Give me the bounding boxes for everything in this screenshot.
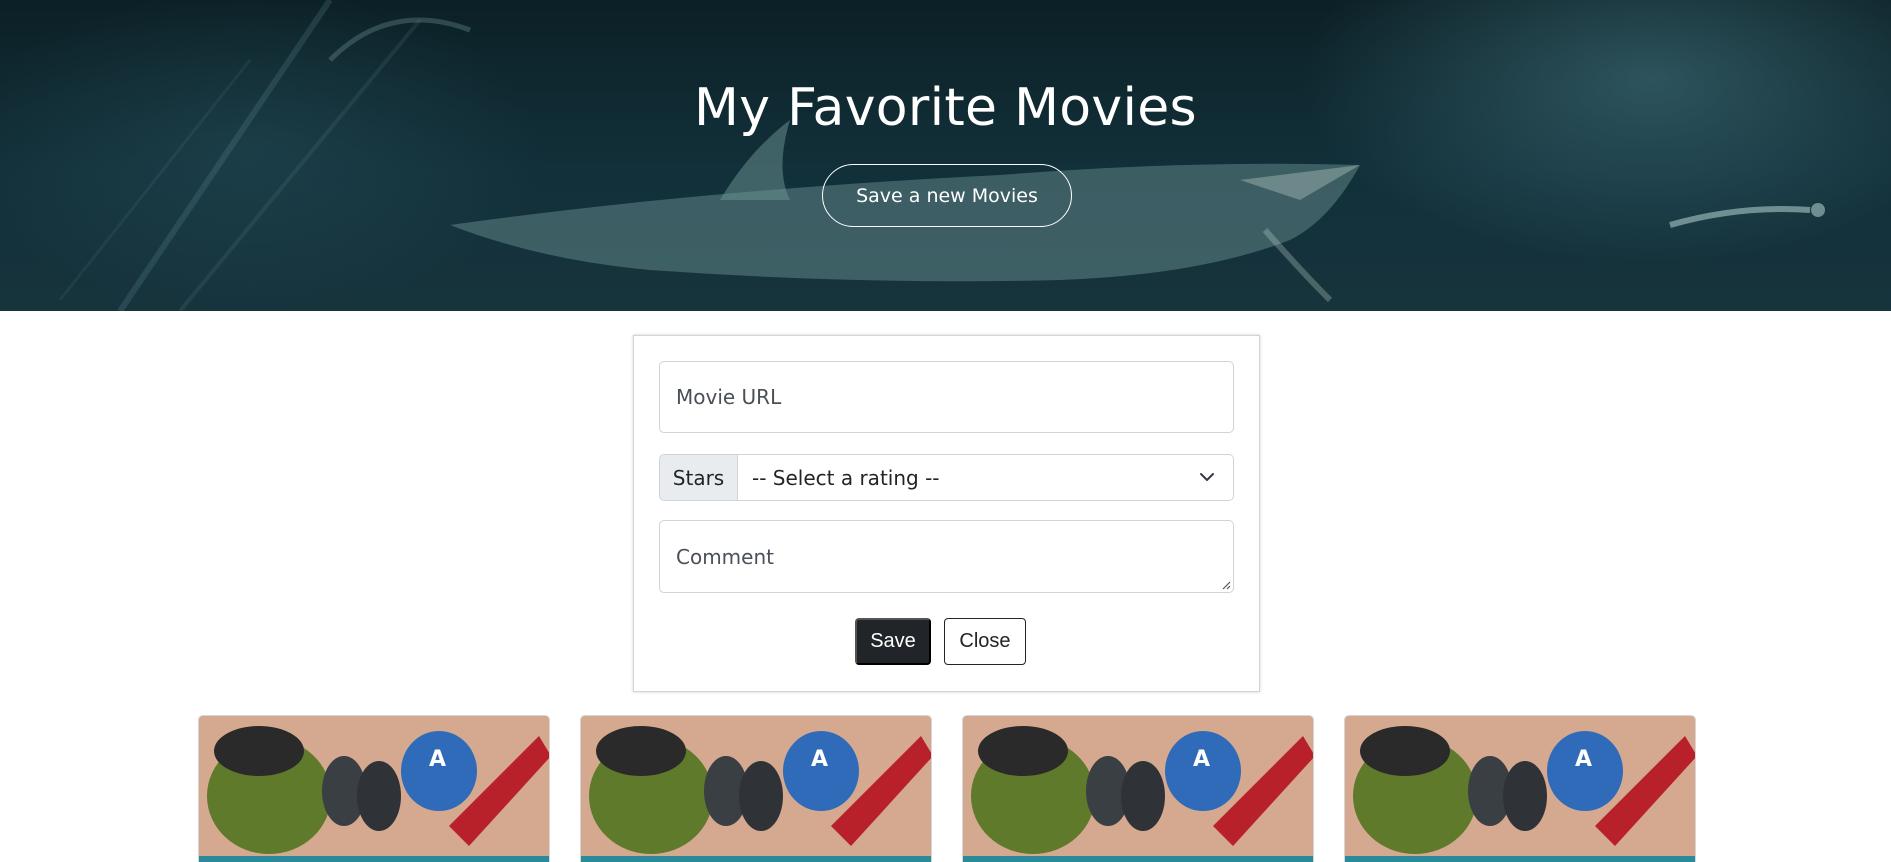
movie-card[interactable]: A <box>580 715 932 862</box>
movie-card-grid: A A A A <box>0 715 1891 862</box>
svg-text:A: A <box>811 747 828 772</box>
movie-poster-image: A <box>963 716 1313 862</box>
comment-placeholder: Comment <box>676 544 774 569</box>
rating-select[interactable]: -- Select a rating -- <box>738 454 1234 501</box>
rating-selected-value: -- Select a rating -- <box>752 465 940 490</box>
movie-url-input[interactable]: Movie URL <box>659 361 1234 433</box>
movie-url-placeholder: Movie URL <box>676 385 782 409</box>
shark-background-image <box>58 0 1825 311</box>
movie-card[interactable]: A <box>198 715 550 862</box>
movie-poster-image: A <box>199 716 549 862</box>
close-button[interactable]: Close <box>944 618 1026 665</box>
movie-poster-image: A <box>581 716 931 862</box>
hero-banner: My Favorite Movies Save a new Movies <box>0 0 1891 311</box>
movie-card[interactable]: A <box>962 715 1314 862</box>
stars-select-group: Stars -- Select a rating -- <box>659 454 1234 501</box>
save-button[interactable]: Save <box>855 618 931 665</box>
svg-text:A: A <box>429 747 446 772</box>
stars-label: Stars <box>659 454 738 501</box>
movie-form-card: Movie URL Stars -- Select a rating -- Co… <box>633 335 1260 692</box>
chevron-down-icon <box>1200 473 1214 481</box>
svg-text:A: A <box>1575 747 1592 772</box>
resize-handle-icon[interactable] <box>1221 580 1231 590</box>
svg-text:A: A <box>1193 747 1210 772</box>
save-new-movie-button[interactable]: Save a new Movies <box>822 164 1072 227</box>
page-title: My Favorite Movies <box>694 78 1197 138</box>
movie-card[interactable]: A <box>1344 715 1696 862</box>
comment-textarea[interactable]: Comment <box>659 520 1234 593</box>
movie-poster-image: A <box>1345 716 1695 862</box>
